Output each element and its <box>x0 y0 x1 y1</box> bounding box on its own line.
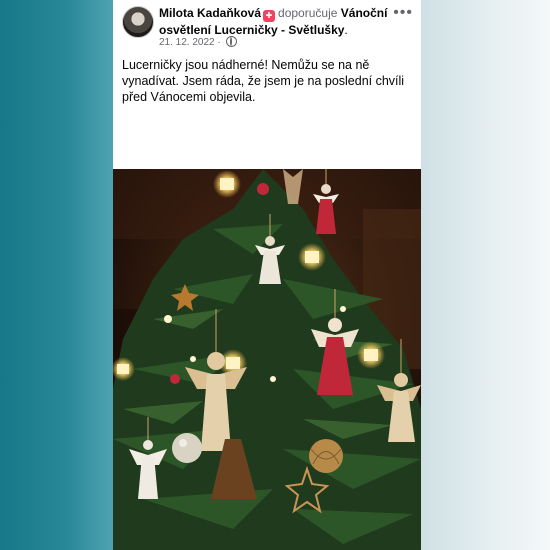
background-left <box>0 0 113 550</box>
post-text: Lucerničky jsou nádherné! Nemůžu se na n… <box>122 58 405 104</box>
post-meta: 21. 12. 2022 · <box>159 36 237 48</box>
post-headline: Milota Kadaňková ✚ doporučuje Vánoční osvě… <box>159 6 388 37</box>
post-header: Milota Kadaňková ✚ doporučuje Vánoční osvě… <box>113 0 421 54</box>
recommend-badge-icon: ✚ <box>263 10 276 22</box>
globe-icon <box>225 36 237 47</box>
white-bauble <box>172 433 202 463</box>
action-text: doporučuje <box>278 6 338 20</box>
more-options-icon[interactable]: ••• <box>393 4 413 22</box>
post-card: Milota Kadaňková ✚ doporučuje Vánoční osvě… <box>113 0 421 550</box>
post-photo[interactable] <box>113 169 421 550</box>
date-separator: · <box>217 37 221 48</box>
straw-ball <box>309 439 343 473</box>
author-avatar[interactable] <box>122 6 154 38</box>
post-date[interactable]: 21. 12. 2022 <box>159 37 215 48</box>
background-right <box>421 0 550 550</box>
author-name[interactable]: Milota Kadaňková <box>159 6 261 20</box>
